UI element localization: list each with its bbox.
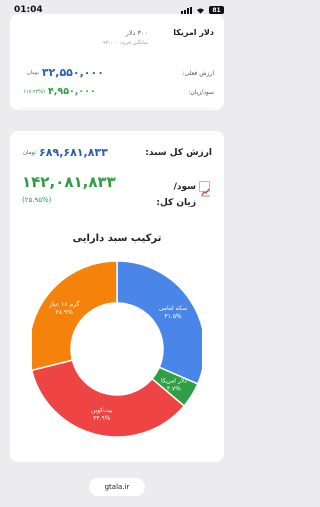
donut-label-0: سکه امامی <box>159 305 187 312</box>
profit-percent: (۱۷.۹۳%) <box>24 88 45 95</box>
portfolio-card: ارزش کل سبد: تومان ۶۸۹,۶۸۱,۸۳۳ سود/زیان … <box>10 131 224 462</box>
total-value: تومان ۶۸۹,۶۸۱,۸۳۳ <box>20 146 108 159</box>
composition-title: ترکیب سبد دارایی <box>72 233 162 244</box>
footer-link[interactable]: gtala.ir <box>89 478 145 496</box>
total-value-label: ارزش کل سبد: <box>145 148 212 158</box>
donut-value-2: ۳۴.۹% <box>93 415 111 422</box>
total-profit-label: سود/زیان کل: <box>156 182 196 208</box>
donut-label-3: گرم ۱۸ عیار <box>48 300 79 308</box>
current-value-label: ارزش فعلی: <box>182 70 214 77</box>
donut-value-0: ۳۱.۵% <box>164 313 182 320</box>
profit-value: (۱۷.۹۳%) ۴,۹۵۰,۰۰۰ <box>24 86 96 97</box>
profit-label: سود/زیان: <box>188 89 214 96</box>
donut-slice-3[interactable] <box>32 260 118 372</box>
portfolio-donut-chart: سکه امامی۳۱.۵% دلار امریکا۴.۷% بیت‌کوین۳۴.… <box>32 260 202 438</box>
donut-label-2: بیت‌کوین <box>91 407 113 414</box>
total-profit-percent: (۲۵.۹۵%) <box>22 196 52 204</box>
signal-icon <box>181 6 192 14</box>
donut-label-1: دلار امریکا <box>161 377 187 384</box>
donut-value-3: ۲۸.۹% <box>56 309 74 316</box>
divider <box>20 108 214 109</box>
total-value-amount: ۶۸۹,۶۸۱,۸۳۳ <box>39 146 108 159</box>
battery-icon: 81 <box>209 6 224 14</box>
status-icons: 81 <box>181 6 224 14</box>
current-value: تومان ۳۲,۵۵۰,۰۰۰ <box>24 66 104 79</box>
asset-avg-price: میانگین خرید: ۹۲,۰۰۰ <box>103 40 148 46</box>
donut-slice-0[interactable] <box>116 260 202 385</box>
asset-name: دلار امریکا <box>173 28 214 37</box>
current-value-unit: تومان <box>27 69 39 76</box>
asset-card[interactable]: دلار امریکا ۳۰۰ دلار میانگین خرید: ۹۲,۰۰… <box>10 14 224 110</box>
chart-trend-icon <box>199 181 210 197</box>
donut-value-1: ۴.۷% <box>167 385 181 392</box>
asset-quantity: ۳۰۰ دلار <box>125 29 148 37</box>
total-value-unit: تومان <box>23 149 37 156</box>
profit-amount: ۴,۹۵۰,۰۰۰ <box>47 86 96 97</box>
total-profit-value: ۱۴۲,۰۸۱,۸۳۳ <box>22 173 116 191</box>
wifi-icon <box>197 8 204 14</box>
current-value-amount: ۳۲,۵۵۰,۰۰۰ <box>41 66 104 79</box>
